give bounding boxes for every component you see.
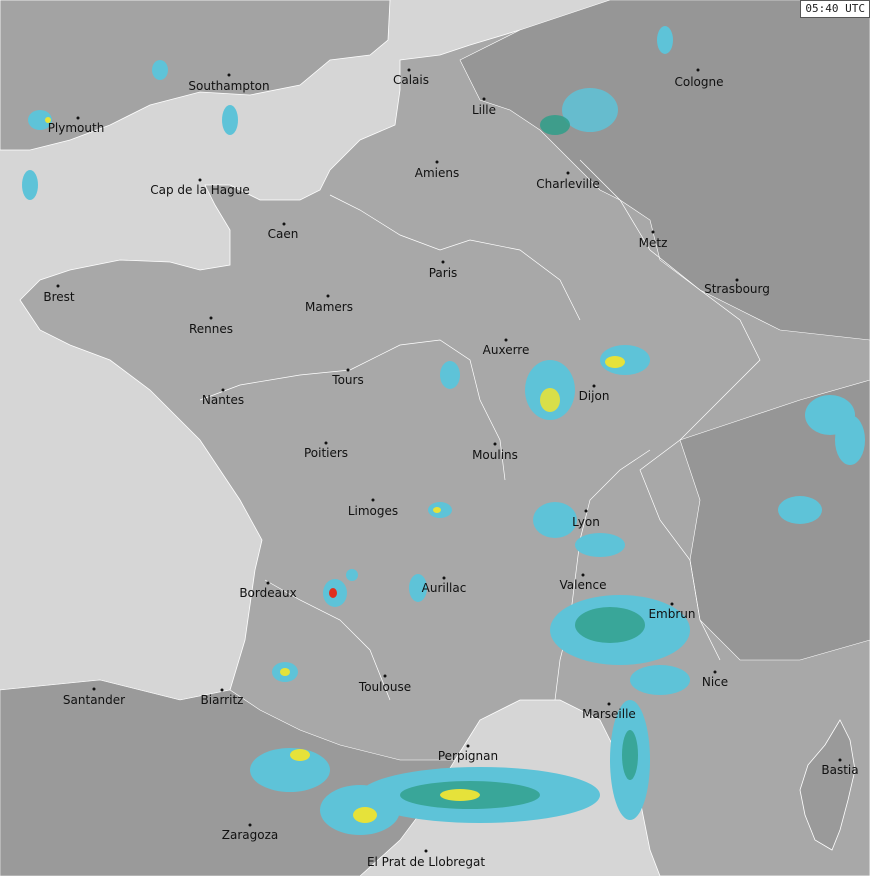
city-label: Aurillac: [422, 581, 467, 595]
city-label: Caen: [268, 227, 299, 241]
timestamp-label: 05:40 UTC: [800, 0, 870, 18]
city-label: Zaragoza: [222, 828, 278, 842]
city-label: Brest: [43, 290, 75, 304]
city-label: Limoges: [348, 504, 398, 518]
city-label: Cap de la Hague: [150, 183, 249, 197]
city-label: Amiens: [415, 166, 459, 180]
city-label: Toulouse: [358, 680, 411, 694]
city-label: Nice: [702, 675, 728, 689]
city-label: Paris: [429, 266, 458, 280]
city-label: Biarritz: [201, 693, 244, 707]
city-label: Valence: [560, 578, 607, 592]
city-label: Embrun: [648, 607, 695, 621]
city-label: Auxerre: [483, 343, 530, 357]
radar-map[interactable]: Southampton Calais Cologne Plymouth Lill…: [0, 0, 870, 876]
city-label: Charleville: [536, 177, 599, 191]
city-label: Plymouth: [48, 121, 105, 135]
city-label: Metz: [639, 236, 668, 250]
city-label: Dijon: [579, 389, 610, 403]
city-label: Tours: [331, 373, 363, 387]
city-label: Southampton: [188, 79, 269, 93]
city-label: Santander: [63, 693, 125, 707]
city-label: Mamers: [305, 300, 353, 314]
city-label: Bastia: [821, 763, 858, 777]
city-label: Lyon: [572, 515, 600, 529]
city-label: Cologne: [674, 75, 723, 89]
city-label: Strasbourg: [704, 282, 770, 296]
city-label: Nantes: [202, 393, 244, 407]
city-label: Moulins: [472, 448, 518, 462]
city-label: Rennes: [189, 322, 233, 336]
city-label: Marseille: [582, 707, 636, 721]
city-label: Poitiers: [304, 446, 348, 460]
city-label: Perpignan: [438, 749, 498, 763]
city-label: Calais: [393, 73, 429, 87]
city-label: Lille: [472, 103, 496, 117]
city-label: Bordeaux: [239, 586, 296, 600]
city-label: El Prat de Llobregat: [367, 855, 485, 869]
